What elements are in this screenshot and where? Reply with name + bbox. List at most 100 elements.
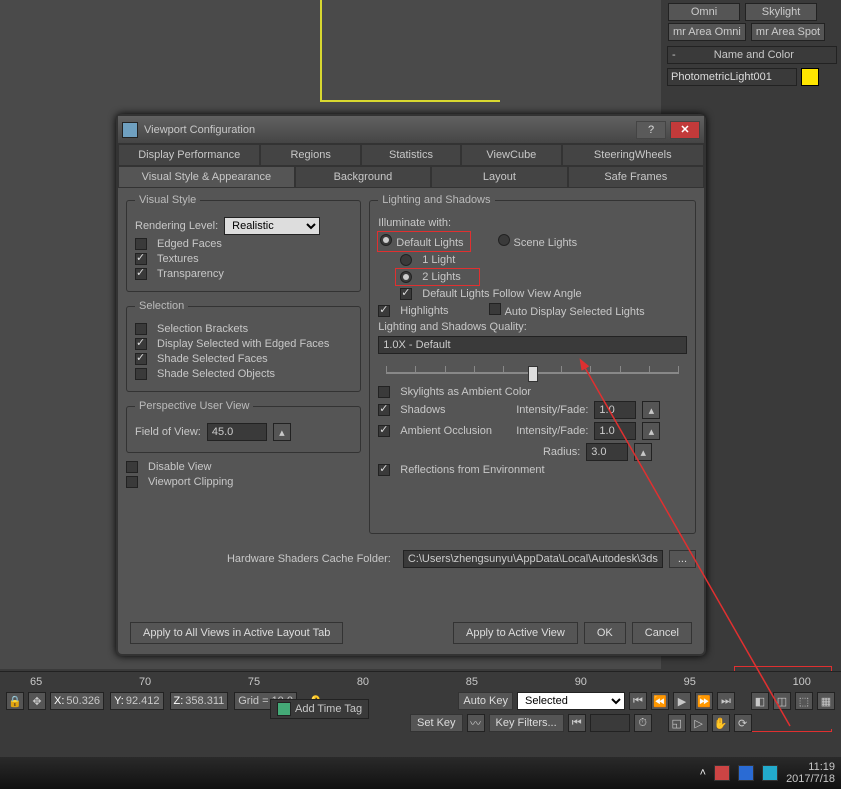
coord-icon[interactable]: ✥ <box>28 692 46 710</box>
chk-ssf[interactable] <box>135 353 147 365</box>
tab-steeringwheels[interactable]: SteeringWheels <box>562 144 704 165</box>
prev-frame-icon[interactable]: ⏪ <box>651 692 669 710</box>
tab-safe-frames[interactable]: Safe Frames <box>568 166 704 187</box>
nav-icon-5[interactable]: ◱ <box>668 714 686 732</box>
intfade2-spin[interactable]: ▴ <box>642 422 660 440</box>
cache-path-input[interactable] <box>403 550 663 568</box>
tray-icon-1[interactable] <box>714 765 730 781</box>
tab-regions[interactable]: Regions <box>260 144 360 165</box>
keyframe-icon[interactable]: ⏮ <box>568 714 586 732</box>
chk-disable-view[interactable] <box>126 461 138 473</box>
taskbar[interactable]: ˄ 11:19 2017/7/18 <box>0 757 841 789</box>
chk-skylights[interactable] <box>378 386 390 398</box>
add-time-tag-label: Add Time Tag <box>295 703 362 715</box>
lbl-dsef: Display Selected with Edged Faces <box>157 338 329 350</box>
btn-omni[interactable]: Omni <box>668 3 740 21</box>
apply-active-button[interactable]: Apply to Active View <box>453 622 578 644</box>
ok-button[interactable]: OK <box>584 622 626 644</box>
chk-edged-faces[interactable] <box>135 238 147 250</box>
tab-background[interactable]: Background <box>295 166 431 187</box>
intfade1-input[interactable] <box>594 401 636 419</box>
radio-2-lights[interactable] <box>400 271 412 283</box>
nav-icon-1[interactable]: ◧ <box>751 692 769 710</box>
auto-key-button[interactable]: Auto Key <box>458 692 513 710</box>
chk-refl[interactable] <box>378 464 390 476</box>
chk-ao[interactable] <box>378 425 390 437</box>
key-filter-select[interactable]: Selected <box>517 692 625 710</box>
collapse-toggle[interactable]: - <box>672 49 676 61</box>
quality-value[interactable] <box>378 336 687 354</box>
tab-statistics[interactable]: Statistics <box>361 144 461 165</box>
fov-spinner[interactable]: ▴ <box>273 423 291 441</box>
chk-dsef[interactable] <box>135 338 147 350</box>
chk-transparency[interactable] <box>135 268 147 280</box>
rendering-level-select[interactable]: Realistic <box>224 217 320 235</box>
goto-end-icon[interactable]: ⏭ <box>717 692 735 710</box>
lock-selection-icon[interactable]: 🔒 <box>6 692 24 710</box>
add-time-tag[interactable]: Add Time Tag <box>270 699 369 719</box>
chk-sso[interactable] <box>135 368 147 380</box>
object-name-input[interactable] <box>667 68 797 86</box>
intfade2-input[interactable] <box>594 422 636 440</box>
btn-mr-area-omni[interactable]: mr Area Omni <box>668 23 746 41</box>
cancel-button[interactable]: Cancel <box>632 622 692 644</box>
chk-shadows[interactable] <box>378 404 390 416</box>
apply-all-button[interactable]: Apply to All Views in Active Layout Tab <box>130 622 343 644</box>
rollout-header[interactable]: - Name and Color <box>667 46 837 64</box>
z-value[interactable]: 358.311 <box>185 695 224 707</box>
tab-display-performance[interactable]: Display Performance <box>118 144 260 165</box>
pan-icon[interactable]: ✋ <box>712 714 730 732</box>
intfade1-spin[interactable]: ▴ <box>642 401 660 419</box>
next-frame-icon[interactable]: ⏩ <box>695 692 713 710</box>
time-config-icon[interactable]: ⏱ <box>634 714 652 732</box>
radius-input[interactable] <box>586 443 628 461</box>
x-value[interactable]: 50.326 <box>66 695 100 707</box>
btn-mr-area-spot[interactable]: mr Area Spot <box>751 23 825 41</box>
x-label: X: <box>54 695 64 707</box>
lbl-ao: Ambient Occlusion <box>400 425 510 437</box>
btn-skylight[interactable]: Skylight <box>745 3 817 21</box>
tray-icon-2[interactable] <box>738 765 754 781</box>
goto-start-icon[interactable]: ⏮ <box>629 692 647 710</box>
chk-viewport-clipping[interactable] <box>126 476 138 488</box>
set-key-button[interactable]: Set Key <box>410 714 463 732</box>
chk-autodisp[interactable] <box>489 303 501 315</box>
taskbar-clock[interactable]: 11:19 2017/7/18 <box>786 761 835 785</box>
tray-chevron-icon[interactable]: ˄ <box>700 767 706 779</box>
time-ruler[interactable]: 65 70 75 80 85 90 95 100 <box>0 672 841 688</box>
radio-default-lights[interactable] <box>380 234 392 246</box>
nav-icon-3[interactable]: ⬚ <box>795 692 813 710</box>
key-mode-icon[interactable]: 〰 <box>467 714 485 732</box>
chk-brackets[interactable] <box>135 323 147 335</box>
tab-visual-style[interactable]: Visual Style & Appearance <box>118 166 295 187</box>
object-color-swatch[interactable] <box>801 68 819 86</box>
radio-scene-lights[interactable] <box>498 234 510 246</box>
chk-follow-angle[interactable] <box>400 288 412 300</box>
chk-textures[interactable] <box>135 253 147 265</box>
nav-icon-2[interactable]: ◫ <box>773 692 791 710</box>
tab-layout[interactable]: Layout <box>431 166 567 187</box>
close-button[interactable]: ✕ <box>670 121 700 139</box>
y-value[interactable]: 92.412 <box>126 695 160 707</box>
fov-input[interactable] <box>207 423 267 441</box>
frame-input[interactable] <box>590 714 630 732</box>
nav-icon-6[interactable]: ▷ <box>690 714 708 732</box>
tick: 80 <box>357 676 369 688</box>
tab-viewcube[interactable]: ViewCube <box>461 144 561 165</box>
nav-icon-4[interactable]: ▦ <box>817 692 835 710</box>
orbit-icon[interactable]: ⟳ <box>734 714 752 732</box>
team-slider[interactable] <box>378 358 687 382</box>
radio-1-light[interactable] <box>400 254 412 266</box>
lbl-shadows: Shadows <box>400 404 510 416</box>
cache-browse-button[interactable]: ... <box>669 550 696 568</box>
play-icon[interactable]: ▶ <box>673 692 691 710</box>
radius-spin[interactable]: ▴ <box>634 443 652 461</box>
tag-icon <box>277 702 291 716</box>
slider-thumb[interactable] <box>528 366 538 382</box>
key-filters-button[interactable]: Key Filters... <box>489 714 564 732</box>
command-panel: Omni Skylight mr Area Omni mr Area Spot … <box>667 2 837 86</box>
titlebar[interactable]: Viewport Configuration ? ✕ <box>118 116 704 144</box>
help-button[interactable]: ? <box>636 121 666 139</box>
chk-highlights[interactable] <box>378 305 390 317</box>
tray-icon-3[interactable] <box>762 765 778 781</box>
